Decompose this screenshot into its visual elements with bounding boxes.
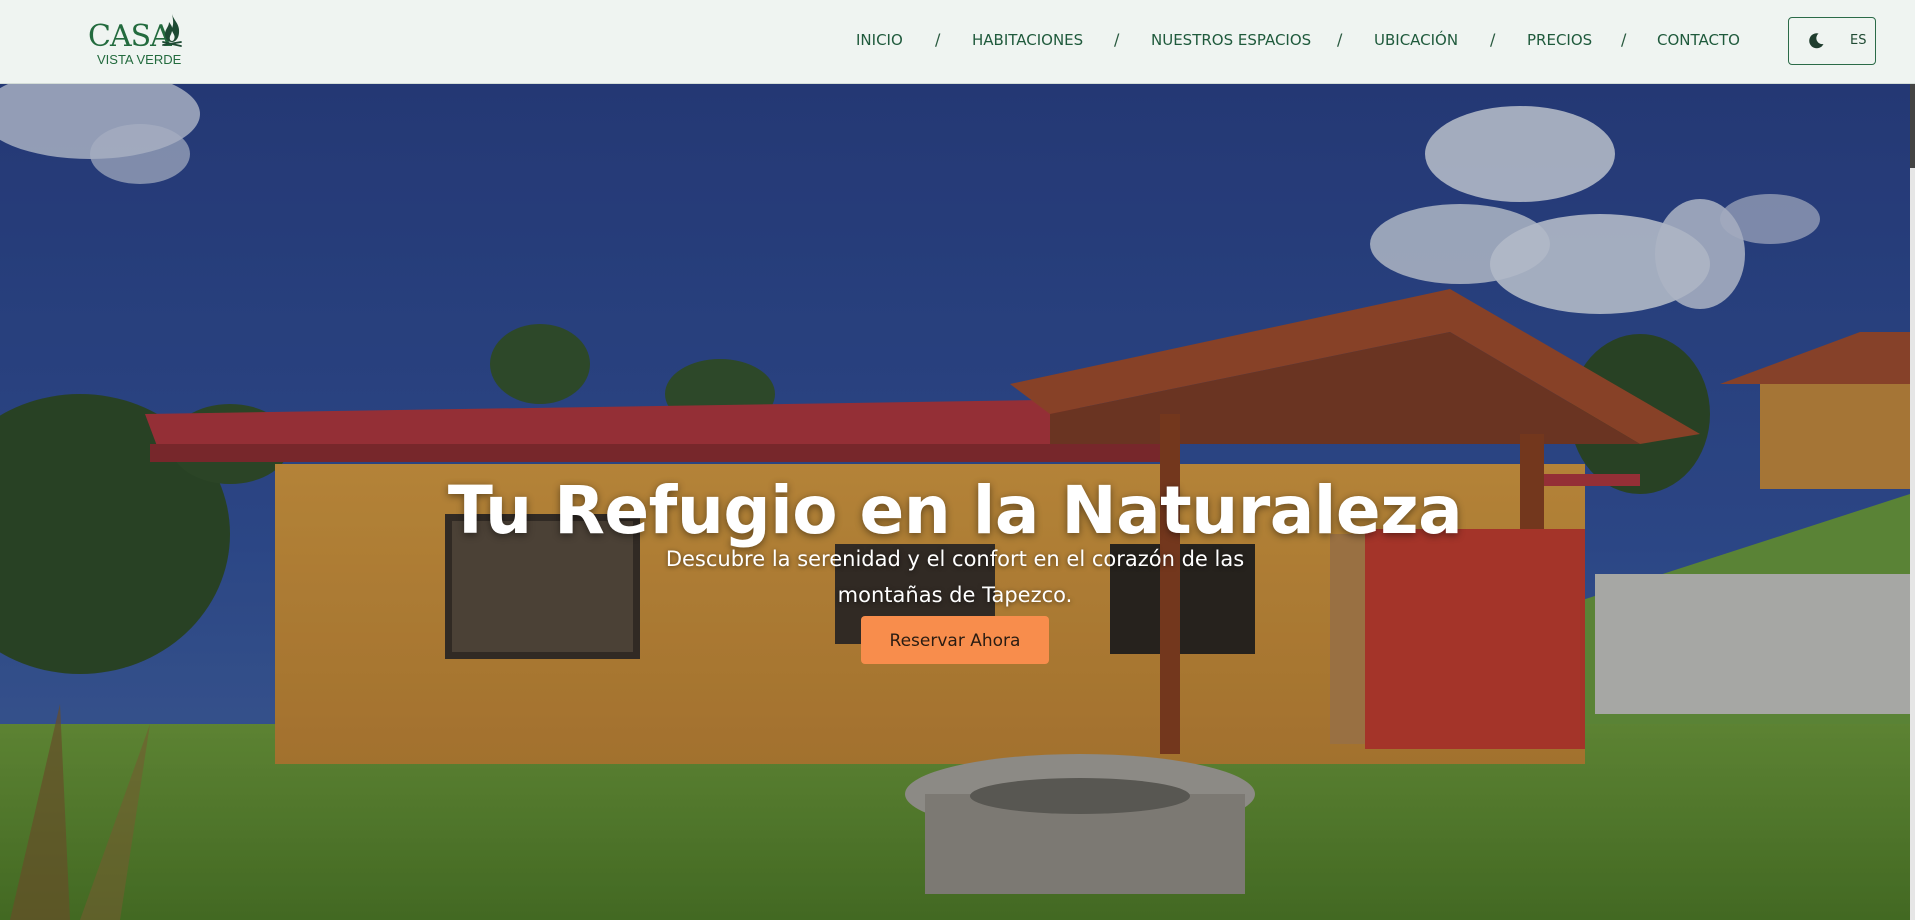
hero-subtitle: Descubre la serenidad y el confort en el…	[665, 547, 1245, 607]
nav-item-contacto[interactable]: CONTACTO	[1657, 30, 1740, 50]
theme-language-toggle[interactable]: ES	[1788, 17, 1876, 65]
main-nav: INICIO / HABITACIONES / NUESTROS ESPACIO…	[0, 0, 1915, 84]
nav-separator: /	[1114, 30, 1120, 49]
page-scrollbar[interactable]	[1910, 0, 1915, 920]
moon-icon[interactable]	[1807, 32, 1825, 50]
nav-separator: /	[1337, 30, 1343, 49]
nav-item-habitaciones[interactable]: HABITACIONES	[972, 30, 1083, 50]
nav-item-inicio[interactable]: INICIO	[856, 30, 903, 50]
hero-section: Tu Refugio en la Naturaleza Descubre la …	[0, 84, 1910, 920]
nav-item-precios[interactable]: PRECIOS	[1527, 30, 1592, 50]
nav-separator: /	[935, 30, 941, 49]
nav-separator: /	[1490, 30, 1496, 49]
site-header: CASA VISTA VERDE INICIO / HABITACIONES /…	[0, 0, 1915, 84]
language-selector[interactable]: ES	[1850, 32, 1866, 50]
nav-item-ubicacion[interactable]: UBICACIÓN	[1374, 30, 1458, 50]
nav-separator: /	[1621, 30, 1627, 49]
nav-item-nuestros-espacios[interactable]: NUESTROS ESPACIOS	[1151, 30, 1311, 50]
reserve-now-button[interactable]: Reservar Ahora	[861, 616, 1049, 664]
